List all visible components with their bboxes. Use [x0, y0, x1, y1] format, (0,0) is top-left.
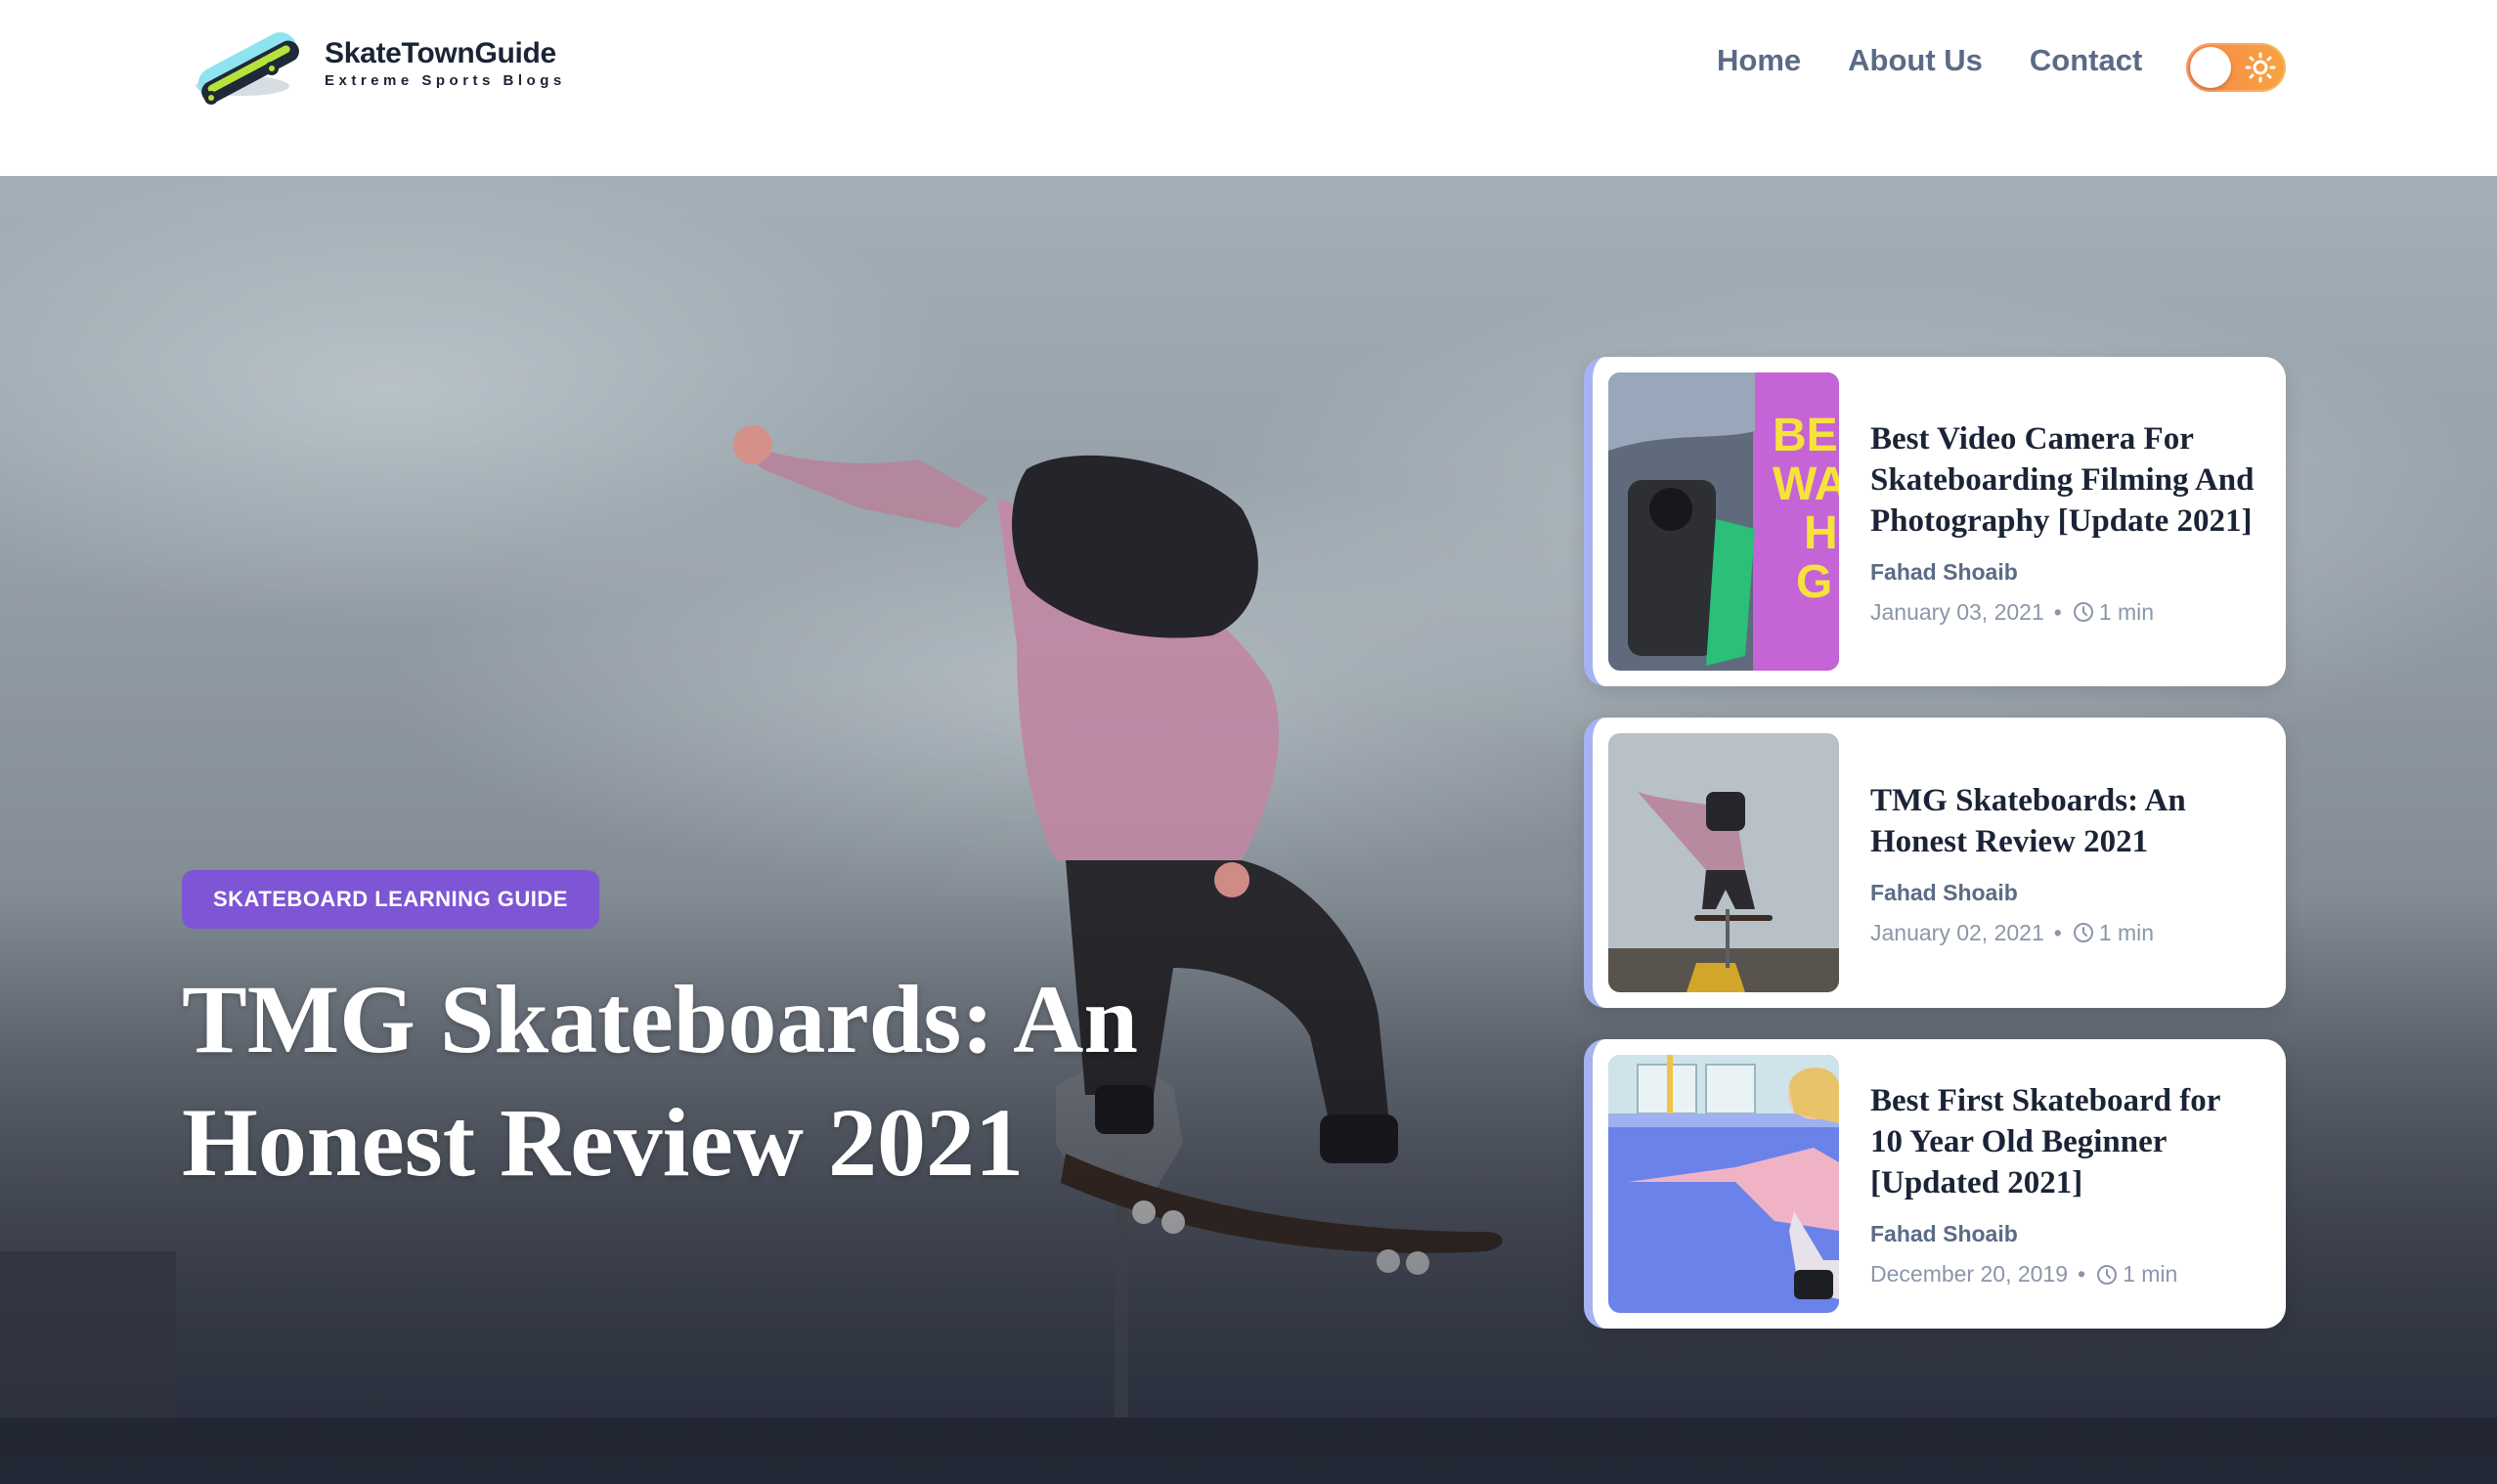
- post-author[interactable]: Fahad Shoaib: [1870, 559, 2256, 586]
- clock-icon: [2073, 923, 2093, 942]
- post-title[interactable]: Best Video Camera For Skateboarding Film…: [1870, 418, 2256, 542]
- post-read-time: 1 min: [2098, 919, 2155, 945]
- post-meta: January 02, 2021 • 1 min: [1870, 920, 2256, 946]
- main-nav: Home About Us Contact: [1717, 43, 2189, 78]
- toggle-knob: [2190, 47, 2231, 88]
- meta-separator: •: [2053, 919, 2062, 945]
- post-card[interactable]: Best First Skateboard for 10 Year Old Be…: [1584, 1039, 2286, 1329]
- post-title[interactable]: TMG Skateboards: An Honest Review 2021: [1870, 780, 2256, 862]
- post-date: December 20, 2019: [1870, 1261, 2069, 1287]
- nav-contact-link[interactable]: Contact: [2030, 43, 2142, 78]
- post-read-time: 1 min: [2123, 1261, 2178, 1287]
- skater-thumbnail-image: [1608, 733, 1839, 992]
- svg-text:BE: BE: [1773, 410, 1838, 461]
- post-meta: January 03, 2021 • 1 min: [1870, 599, 2256, 626]
- post-title[interactable]: Best First Skateboard for 10 Year Old Be…: [1870, 1080, 2256, 1203]
- svg-text:G: G: [1796, 556, 1832, 608]
- post-meta: December 20, 2019 • 1 min: [1870, 1261, 2256, 1288]
- post-thumbnail: BE WA H G: [1608, 372, 1839, 671]
- hero-title[interactable]: TMG Skateboards: An Honest Review 2021: [182, 958, 1355, 1204]
- site-header: SkateTownGuide Extreme Sports Blogs Home…: [0, 0, 2497, 176]
- camera-thumbnail-image: BE WA H G: [1608, 372, 1839, 671]
- post-card[interactable]: BE WA H G Best Video Camera For Skateboa…: [1584, 357, 2286, 686]
- brand-name: SkateTownGuide: [325, 36, 556, 69]
- category-badge[interactable]: SKATEBOARD LEARNING GUIDE: [182, 870, 599, 929]
- post-author[interactable]: Fahad Shoaib: [1870, 880, 2256, 906]
- post-card[interactable]: TMG Skateboards: An Honest Review 2021 F…: [1584, 718, 2286, 1008]
- clock-icon: [2097, 1264, 2118, 1285]
- sun-icon: [2245, 52, 2276, 83]
- svg-text:WA: WA: [1773, 458, 1839, 510]
- nav-about-link[interactable]: About Us: [1848, 43, 1983, 78]
- post-author[interactable]: Fahad Shoaib: [1870, 1221, 2256, 1247]
- meta-separator: •: [2053, 598, 2062, 625]
- post-thumbnail: [1608, 1055, 1839, 1313]
- svg-text:H: H: [1804, 507, 1838, 559]
- skateboard-logo-icon: [196, 32, 299, 105]
- theme-toggle[interactable]: [2186, 43, 2286, 92]
- clock-icon: [2073, 602, 2093, 622]
- brand-tagline: Extreme Sports Blogs: [325, 71, 566, 89]
- site-logo[interactable]: SkateTownGuide Extreme Sports Blogs: [182, 18, 566, 115]
- post-date: January 02, 2021: [1870, 919, 2044, 945]
- nav-home-link[interactable]: Home: [1717, 43, 1801, 78]
- post-thumbnail: [1608, 733, 1839, 992]
- post-read-time: 1 min: [2098, 598, 2155, 625]
- meta-separator: •: [2078, 1261, 2086, 1287]
- post-date: January 03, 2021: [1870, 598, 2044, 625]
- girl-skater-thumbnail-image: [1608, 1055, 1839, 1313]
